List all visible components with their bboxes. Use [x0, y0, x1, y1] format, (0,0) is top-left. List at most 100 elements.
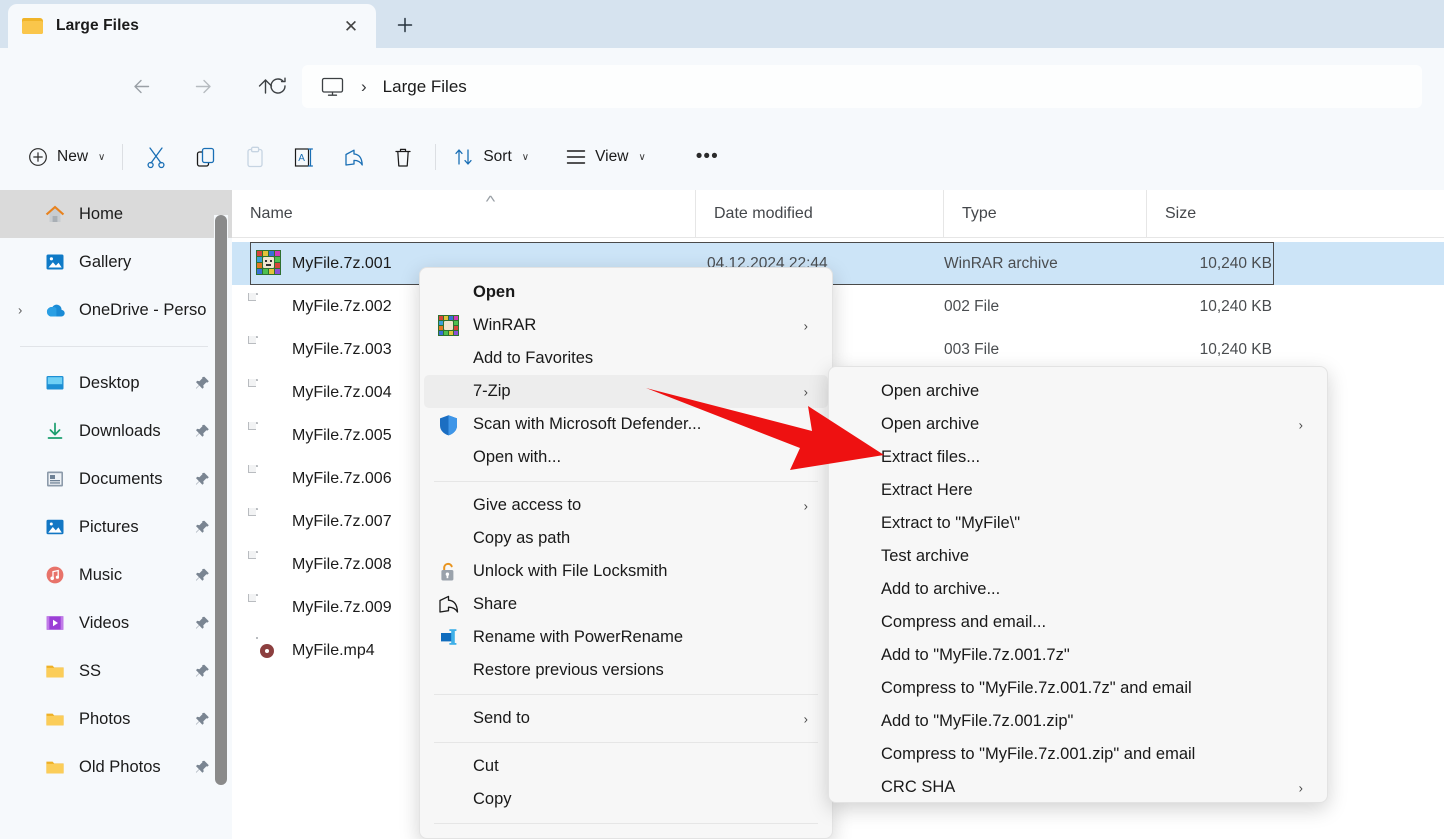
context-menu-item-restore-previous-versions[interactable]: Restore previous versions	[424, 654, 828, 687]
sidebar-item-pictures[interactable]: Pictures	[0, 503, 224, 551]
powerrename-icon	[438, 627, 460, 649]
close-icon[interactable]: ✕	[336, 11, 366, 41]
submenu-item-label: Compress to "MyFile.7z.001.7z" and email	[881, 679, 1192, 698]
submenu-item-compress-to-myfile-7z-001-zip-and-email[interactable]: Compress to "MyFile.7z.001.zip" and emai…	[833, 738, 1323, 771]
submenu-item-add-to-archive[interactable]: Add to archive...	[833, 573, 1323, 606]
pin-icon[interactable]	[195, 664, 210, 679]
tab-large-files[interactable]: Large Files ✕	[8, 4, 376, 48]
submenu-item-compress-and-email[interactable]: Compress and email...	[833, 606, 1323, 639]
table-row[interactable]: MyFile.7z.00204.12.2024 22:44002 File10,…	[232, 285, 1444, 328]
sidebar-item-onedrive-perso[interactable]: › OneDrive - Perso	[0, 286, 224, 334]
forward-button[interactable]	[182, 65, 224, 107]
submenu-item-label: Extract to "MyFile\"	[881, 514, 1020, 533]
context-menu-item-add-to-favorites[interactable]: Add to Favorites	[424, 342, 828, 375]
context-menu-separator	[434, 481, 818, 482]
context-menu-item-give-access-to[interactable]: Give access to›	[424, 489, 828, 522]
sidebar-item-music[interactable]: Music	[0, 551, 224, 599]
sidebar-item-downloads[interactable]: Downloads	[0, 407, 224, 455]
context-menu-item-unlock-with-file-locksmith[interactable]: Unlock with File Locksmith	[424, 555, 828, 588]
shield-icon	[438, 414, 459, 436]
sidebar-item-gallery[interactable]: Gallery	[0, 238, 224, 286]
plus-icon	[395, 15, 415, 35]
context-menu-item-create-shortcut[interactable]: Create shortcut	[424, 831, 828, 839]
submenu-item-label: Add to "MyFile.7z.001.zip"	[881, 712, 1073, 731]
table-row[interactable]: MyFile.7z.00104.12.2024 22:44WinRAR arch…	[232, 242, 1444, 285]
chevron-right-icon: ›	[804, 384, 808, 399]
sidebar-item-documents[interactable]: Documents	[0, 455, 224, 503]
pin-icon[interactable]	[195, 616, 210, 631]
pin-icon[interactable]	[195, 760, 210, 775]
new-tab-button[interactable]	[388, 9, 422, 41]
address-bar[interactable]: › Large Files	[302, 65, 1422, 108]
context-menu-item-share[interactable]: Share	[424, 588, 828, 621]
submenu-item-label: Add to "MyFile.7z.001.7z"	[881, 646, 1070, 665]
context-menu-item-rename-with-powerrename[interactable]: Rename with PowerRename	[424, 621, 828, 654]
sidebar-divider	[20, 346, 208, 347]
file-name: MyFile.mp4	[292, 642, 375, 660]
column-header-type[interactable]: Type	[943, 190, 1146, 238]
refresh-button[interactable]	[237, 65, 279, 107]
back-button[interactable]	[120, 65, 162, 107]
pin-icon[interactable]	[195, 424, 210, 439]
pin-icon[interactable]	[195, 712, 210, 727]
submenu-item-add-to-myfile-7z-001-7z[interactable]: Add to "MyFile.7z.001.7z"	[833, 639, 1323, 672]
view-button[interactable]: View ∨	[556, 137, 655, 177]
pin-icon[interactable]	[195, 520, 210, 535]
new-button-label: New	[57, 148, 88, 166]
submenu-item-test-archive[interactable]: Test archive	[833, 540, 1323, 573]
cut-button[interactable]	[131, 137, 181, 177]
submenu-item-open-archive[interactable]: Open archive›	[833, 408, 1323, 441]
plus-circle-icon	[27, 146, 49, 168]
pin-icon[interactable]	[195, 376, 210, 391]
sidebar-item-home[interactable]: Home	[0, 190, 232, 238]
pin-icon[interactable]	[195, 568, 210, 583]
context-menu-item-cut[interactable]: Cut	[424, 750, 828, 783]
sidebar-item-old-photos[interactable]: Old Photos	[0, 743, 224, 791]
chevron-right-icon: ›	[804, 711, 808, 726]
context-menu-item-copy[interactable]: Copy	[424, 783, 828, 816]
context-menu-item-winrar[interactable]: WinRAR›	[424, 309, 828, 342]
context-menu-item-7-zip[interactable]: 7-Zip›	[424, 375, 828, 408]
share-button[interactable]	[329, 137, 379, 177]
context-menu-item-label: Open with...	[473, 448, 561, 467]
context-menu-item-label: Copy as path	[473, 529, 570, 548]
sidebar-scrollbar-thumb[interactable]	[215, 215, 227, 785]
pin-icon[interactable]	[195, 472, 210, 487]
context-menu-item-label: Restore previous versions	[473, 661, 664, 680]
context-menu-item-send-to[interactable]: Send to›	[424, 702, 828, 735]
submenu-item-open-archive[interactable]: Open archive	[833, 375, 1323, 408]
desktop-icon	[44, 372, 66, 394]
submenu-item-label: Compress and email...	[881, 613, 1046, 632]
rename-button[interactable]: A	[279, 137, 329, 177]
column-header-name[interactable]: Name ˄	[232, 190, 695, 238]
more-options-button[interactable]: •••	[682, 137, 733, 177]
context-menu-item-scan-with-microsoft-defender[interactable]: Scan with Microsoft Defender...	[424, 408, 828, 441]
folder-icon	[22, 17, 44, 35]
table-row[interactable]: MyFile.7z.00304.12.2024 22:44003 File10,…	[232, 328, 1444, 371]
submenu-item-compress-to-myfile-7z-001-7z-and-email[interactable]: Compress to "MyFile.7z.001.7z" and email	[833, 672, 1323, 705]
sidebar-item-videos[interactable]: Videos	[0, 599, 224, 647]
submenu-item-extract-files[interactable]: Extract files...	[833, 441, 1323, 474]
sidebar-item-label: Pictures	[79, 518, 139, 537]
submenu-item-add-to-myfile-7z-001-zip[interactable]: Add to "MyFile.7z.001.zip"	[833, 705, 1323, 738]
delete-button[interactable]	[379, 137, 427, 177]
submenu-item-extract-here[interactable]: Extract Here	[833, 474, 1323, 507]
submenu-item-crc-sha[interactable]: CRC SHA›	[833, 771, 1323, 803]
copy-button[interactable]	[181, 137, 231, 177]
sidebar-item-ss[interactable]: SS	[0, 647, 224, 695]
submenu-item-extract-to-myfile[interactable]: Extract to "MyFile\"	[833, 507, 1323, 540]
sidebar-item-desktop[interactable]: Desktop	[0, 359, 224, 407]
chevron-right-icon[interactable]: ›	[18, 303, 22, 318]
context-menu-item-copy-as-path[interactable]: Copy as path	[424, 522, 828, 555]
context-menu-item-open[interactable]: Open	[424, 276, 828, 309]
column-header-size[interactable]: Size	[1146, 190, 1279, 238]
sort-button[interactable]: Sort ∨	[444, 137, 538, 177]
context-menu-item-open-with[interactable]: Open with...	[424, 441, 828, 474]
paste-button	[231, 137, 279, 177]
rename-icon: A	[293, 146, 315, 169]
file-size: 10,240 KB	[1200, 255, 1272, 273]
column-header-date[interactable]: Date modified	[695, 190, 943, 238]
new-button[interactable]: New ∨	[18, 137, 114, 177]
sidebar-item-photos[interactable]: Photos	[0, 695, 224, 743]
chevron-right-icon: ›	[1299, 780, 1303, 795]
